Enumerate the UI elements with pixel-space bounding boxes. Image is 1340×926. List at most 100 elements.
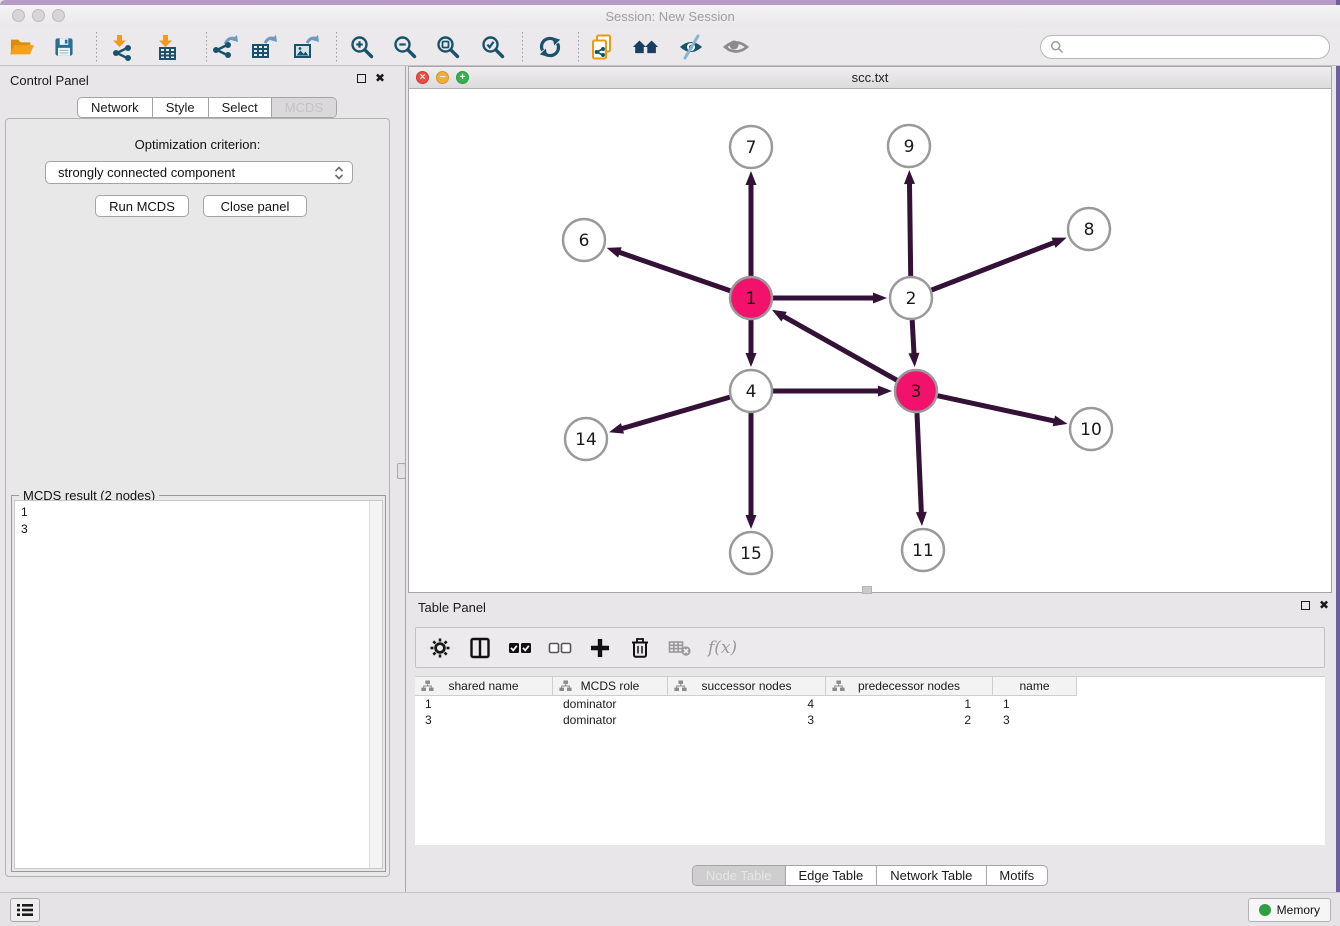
cell-predecessor-nodes: 1 — [826, 696, 993, 712]
deselect-all-icon[interactable] — [548, 636, 572, 660]
import-network-icon[interactable] — [106, 33, 134, 61]
tab-network[interactable]: Network — [78, 98, 153, 117]
table-toolbar: f(x) — [415, 627, 1325, 668]
apply-layout-icon[interactable] — [536, 33, 564, 61]
tab-style[interactable]: Style — [153, 98, 209, 117]
criterion-dropdown[interactable]: strongly connected component — [45, 161, 353, 184]
mcds-result-text[interactable]: 1 3 — [14, 500, 383, 869]
graph-node-label: 10 — [1080, 420, 1102, 440]
hierarchy-icon — [559, 680, 572, 692]
float-panel-icon[interactable] — [357, 74, 366, 83]
cell-successor-nodes: 4 — [668, 696, 826, 712]
search-icon — [1050, 40, 1064, 54]
network-canvas[interactable]: 1234678910111415 — [409, 89, 1331, 592]
network-window-titlebar[interactable]: × − + scc.txt — [409, 67, 1331, 89]
toolbar-separator — [522, 32, 523, 62]
tab-node-table[interactable]: Node Table — [693, 866, 786, 885]
hierarchy-icon — [421, 680, 434, 692]
edge-2-8[interactable] — [932, 242, 1057, 290]
edge-arrowhead — [607, 247, 622, 257]
column-header-predecessor-nodes[interactable]: predecessor nodes — [826, 677, 993, 696]
dropdown-stepper-icon — [334, 166, 344, 180]
cell-mcds-role: dominator — [553, 696, 668, 712]
network-graph[interactable]: 1234678910111415 — [409, 89, 1331, 592]
run-mcds-button[interactable]: Run MCDS — [95, 195, 189, 217]
graph-node-label: 3 — [911, 382, 922, 402]
control-panel-title: Control Panel — [10, 73, 89, 88]
toolbar-separator — [96, 32, 97, 62]
save-session-icon[interactable] — [50, 33, 78, 61]
cell-shared-name: 1 — [415, 696, 553, 712]
scrollbar[interactable] — [369, 501, 382, 868]
tab-motifs[interactable]: Motifs — [986, 866, 1047, 885]
graph-node-label: 4 — [746, 382, 757, 402]
edge-arrowhead — [746, 171, 757, 185]
zoom-out-icon[interactable] — [391, 33, 419, 61]
delete-table-icon — [668, 636, 692, 660]
column-header-successor-nodes[interactable]: successor nodes — [668, 677, 826, 696]
cell-shared-name: 3 — [415, 712, 553, 728]
select-all-icon[interactable] — [508, 636, 532, 660]
cell-name: 3 — [993, 712, 1077, 728]
edge-2-9[interactable] — [909, 181, 910, 276]
edge-2-3[interactable] — [912, 320, 914, 356]
tab-mcds[interactable]: MCDS — [272, 98, 336, 117]
horizontal-splitter-grip[interactable] — [862, 586, 872, 594]
hide-panels-icon[interactable] — [677, 33, 705, 61]
close-panel-icon[interactable]: ✖ — [1319, 601, 1329, 610]
search-field[interactable] — [1040, 35, 1330, 59]
table-body: 1dominator4113dominator323 — [415, 696, 1325, 728]
column-header-shared-name[interactable]: shared name — [415, 677, 553, 696]
tab-select[interactable]: Select — [209, 98, 272, 117]
float-panel-icon[interactable] — [1301, 601, 1310, 610]
table-row[interactable]: 1dominator411 — [415, 696, 1325, 712]
edge-1-6[interactable] — [617, 251, 730, 290]
edge-3-10[interactable] — [937, 396, 1056, 422]
vertical-splitter-grip[interactable] — [397, 463, 406, 479]
search-input[interactable] — [1069, 40, 1329, 54]
import-table-icon[interactable] — [152, 33, 180, 61]
toolbar-separator — [206, 32, 207, 62]
toggle-columns-icon[interactable] — [468, 636, 492, 660]
export-network-icon[interactable] — [210, 33, 238, 61]
tab-edge-table[interactable]: Edge Table — [785, 866, 877, 885]
function-builder-icon: f(x) — [708, 638, 737, 658]
edge-arrowhead — [878, 386, 892, 397]
cell-predecessor-nodes: 2 — [826, 712, 993, 728]
show-panels-icon[interactable] — [722, 33, 750, 61]
vertical-splitter[interactable] — [405, 66, 406, 892]
reset-view-icon[interactable] — [632, 33, 660, 61]
column-header-mcds-role[interactable]: MCDS role — [553, 677, 668, 696]
close-panel-icon[interactable]: ✖ — [375, 74, 385, 83]
tab-network-table[interactable]: Network Table — [877, 866, 986, 885]
edge-arrowhead — [609, 423, 624, 434]
edge-3-1[interactable] — [781, 315, 896, 380]
open-session-icon[interactable] — [8, 33, 36, 61]
list-icon — [17, 903, 33, 917]
network-window-title: scc.txt — [409, 70, 1331, 85]
add-row-icon[interactable] — [588, 636, 612, 660]
edge-arrowhead — [1052, 238, 1067, 248]
close-panel-button[interactable]: Close panel — [203, 195, 307, 217]
zoom-selected-icon[interactable] — [479, 33, 507, 61]
network-view-window: × − + scc.txt 1234678910111415 — [408, 66, 1332, 593]
window-frame-right — [1336, 0, 1340, 926]
graph-node-label: 15 — [740, 544, 762, 564]
export-image-icon[interactable] — [291, 33, 319, 61]
table-row[interactable]: 3dominator323 — [415, 712, 1325, 728]
task-history-button[interactable] — [10, 898, 40, 922]
zoom-fit-icon[interactable] — [434, 33, 462, 61]
column-header-name[interactable]: name — [993, 677, 1077, 696]
cell-mcds-role: dominator — [553, 712, 668, 728]
export-table-icon[interactable] — [249, 33, 277, 61]
settings-gear-icon[interactable] — [428, 636, 452, 660]
edge-arrowhead — [908, 353, 919, 367]
zoom-in-icon[interactable] — [348, 33, 376, 61]
delete-rows-icon[interactable] — [628, 636, 652, 660]
toolbar-separator — [578, 32, 579, 62]
edge-3-11[interactable] — [917, 413, 921, 515]
memory-button[interactable]: Memory — [1248, 898, 1331, 922]
mcds-result-group: MCDS result (2 nodes) 1 3 — [11, 495, 386, 872]
edge-4-14[interactable] — [620, 397, 730, 429]
clone-network-icon[interactable] — [588, 33, 616, 61]
